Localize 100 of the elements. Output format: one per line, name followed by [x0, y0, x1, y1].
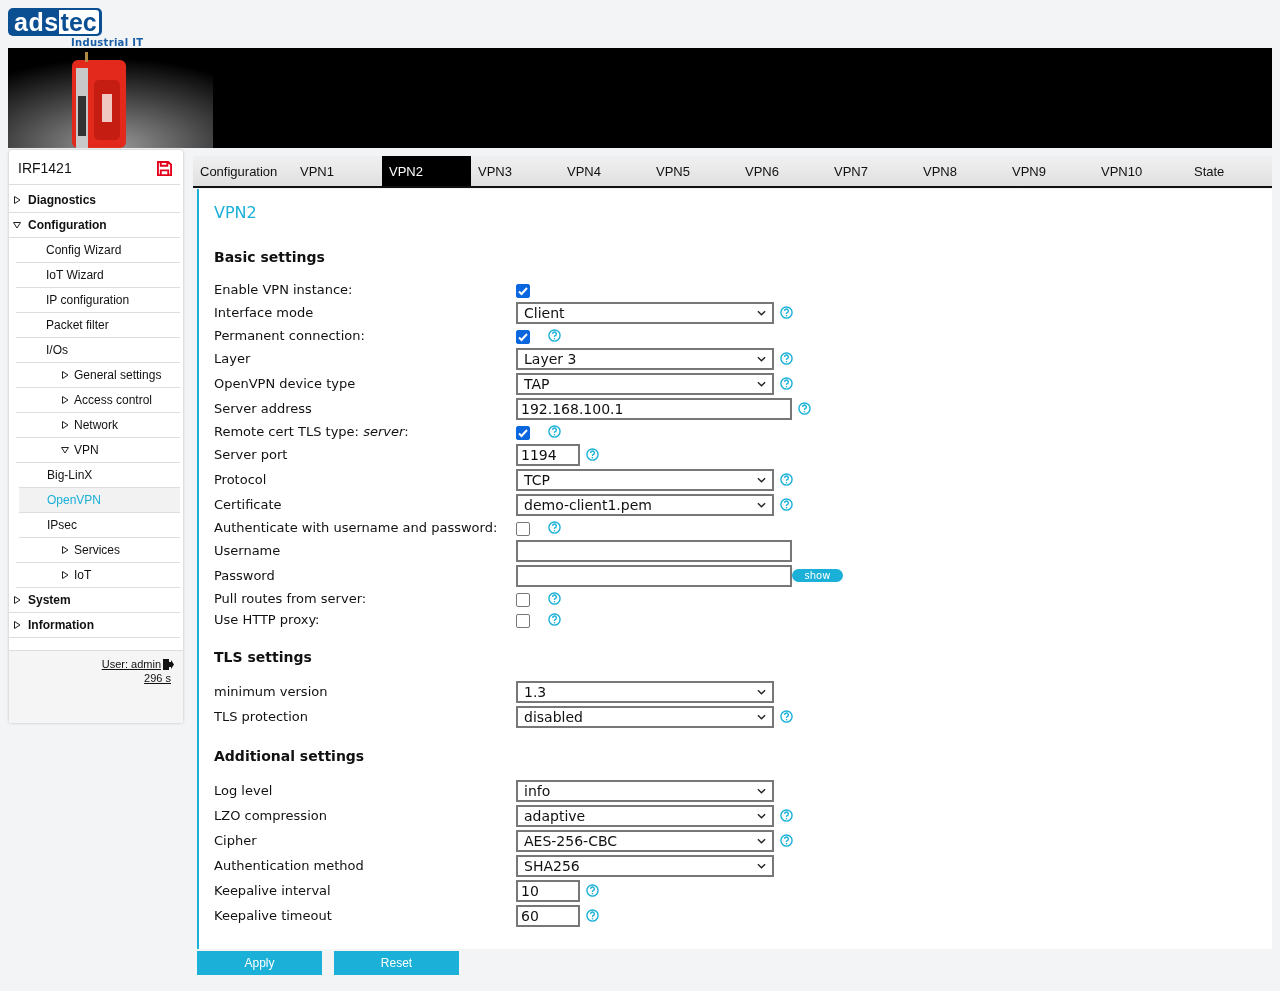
expand-triangle-icon[interactable] [61, 421, 69, 429]
help-icon[interactable] [780, 809, 793, 822]
help-icon[interactable] [586, 448, 599, 461]
dropdown[interactable]: 1.3 [516, 680, 774, 703]
chevron-icon [757, 713, 766, 720]
nav-item[interactable]: IPsec [19, 513, 180, 538]
tab[interactable]: VPN4 [560, 156, 649, 186]
help-icon[interactable] [780, 306, 793, 319]
tab[interactable]: VPN1 [293, 156, 382, 186]
field-label: Username [214, 543, 282, 558]
nav-item[interactable]: Diagnostics [9, 188, 180, 213]
field-label: Pull routes from server: [214, 591, 368, 606]
tab[interactable]: VPN10 [1094, 156, 1183, 186]
checkbox[interactable] [516, 426, 530, 440]
nav-item[interactable]: Packet filter [16, 313, 180, 338]
dropdown[interactable]: disabled [516, 705, 774, 728]
logout-icon[interactable] [163, 658, 174, 670]
checkbox[interactable] [516, 614, 530, 628]
section-heading: Additional settings [214, 746, 366, 766]
expand-triangle-icon[interactable] [61, 396, 69, 404]
help-icon[interactable] [780, 710, 793, 723]
help-icon[interactable] [780, 834, 793, 847]
field-label: Enable VPN instance: [214, 282, 354, 297]
expand-triangle-icon[interactable] [61, 546, 69, 554]
dropdown[interactable]: info [516, 779, 774, 802]
input-field[interactable]: 10 [516, 879, 580, 902]
input-field[interactable] [516, 539, 792, 562]
input-field[interactable]: 60 [516, 904, 580, 927]
expand-triangle-icon[interactable] [61, 446, 69, 454]
chevron-icon [757, 787, 766, 794]
user-link[interactable]: User: admin [101, 658, 161, 670]
nav-item[interactable]: Network [16, 413, 180, 438]
expand-triangle-icon[interactable] [13, 196, 21, 204]
help-icon[interactable] [780, 498, 793, 511]
checkbox[interactable] [516, 522, 530, 536]
password-field[interactable] [516, 564, 792, 587]
tab[interactable]: VPN8 [916, 156, 1005, 186]
field-label: Certificate [214, 497, 283, 512]
field-label: LZO compression [214, 808, 328, 823]
expand-triangle-icon[interactable] [13, 596, 21, 604]
tab[interactable]: Configuration [193, 156, 293, 186]
checkbox[interactable] [516, 284, 530, 298]
tab[interactable]: VPN6 [738, 156, 827, 186]
help-icon[interactable] [798, 402, 811, 415]
help-icon[interactable] [586, 884, 599, 897]
tab[interactable]: VPN3 [471, 156, 560, 186]
expand-triangle-icon[interactable] [13, 621, 21, 629]
nav-item[interactable]: VPN [16, 438, 180, 463]
field-label: Permanent connection: [214, 328, 366, 343]
expand-triangle-icon[interactable] [61, 571, 69, 579]
dropdown[interactable]: TCP [516, 468, 774, 491]
help-icon[interactable] [780, 352, 793, 365]
nav-item[interactable]: I/Os [16, 338, 180, 363]
field-label: Authentication method [214, 858, 365, 873]
help-icon[interactable] [548, 613, 561, 626]
help-icon[interactable] [548, 329, 561, 342]
nav-item[interactable]: System [9, 588, 180, 613]
dropdown[interactable]: demo-client1.pem [516, 493, 774, 516]
field-label: Password [214, 568, 276, 583]
expand-triangle-icon[interactable] [13, 221, 21, 229]
field-label: Cipher [214, 833, 258, 848]
nav-item[interactable]: Config Wizard [16, 238, 180, 263]
tab[interactable]: VPN7 [827, 156, 916, 186]
tab[interactable]: VPN2 [382, 156, 471, 186]
nav-item[interactable]: IoT [16, 563, 180, 588]
nav-item[interactable]: Access control [16, 388, 180, 413]
save-icon[interactable] [157, 160, 172, 176]
tab[interactable]: State [1183, 156, 1272, 186]
chevron-icon [757, 476, 766, 483]
help-icon[interactable] [780, 377, 793, 390]
checkbox[interactable] [516, 593, 530, 607]
dropdown[interactable]: TAP [516, 372, 774, 395]
nav-item[interactable]: Configuration [9, 213, 180, 238]
field-label: Protocol [214, 472, 268, 487]
dropdown[interactable]: SHA256 [516, 854, 774, 877]
help-icon[interactable] [780, 473, 793, 486]
dropdown[interactable]: Layer 3 [516, 347, 774, 370]
session-timer[interactable]: 296 s [144, 672, 171, 684]
input-field[interactable]: 1194 [516, 443, 580, 466]
input-field[interactable]: 192.168.100.1 [516, 397, 792, 420]
dropdown[interactable]: Client [516, 301, 774, 324]
help-icon[interactable] [548, 425, 561, 438]
nav-item[interactable]: IP configuration [16, 288, 180, 313]
nav-item[interactable]: IoT Wizard [16, 263, 180, 288]
dropdown[interactable]: adaptive [516, 804, 774, 827]
field-label: Interface mode [214, 305, 315, 320]
checkbox[interactable] [516, 330, 530, 344]
dropdown[interactable]: AES-256-CBC [516, 829, 774, 852]
expand-triangle-icon[interactable] [61, 371, 69, 379]
help-icon[interactable] [586, 909, 599, 922]
help-icon[interactable] [548, 592, 561, 605]
nav-item[interactable]: Information [9, 613, 180, 638]
tab[interactable]: VPN9 [1005, 156, 1094, 186]
section-heading: Basic settings [214, 247, 326, 267]
tab[interactable]: VPN5 [649, 156, 738, 186]
help-icon[interactable] [548, 521, 561, 534]
logo: adstec [8, 8, 102, 36]
nav-item[interactable]: General settings [16, 363, 180, 388]
nav-item[interactable]: Services [16, 538, 180, 563]
chevron-icon [757, 355, 766, 362]
